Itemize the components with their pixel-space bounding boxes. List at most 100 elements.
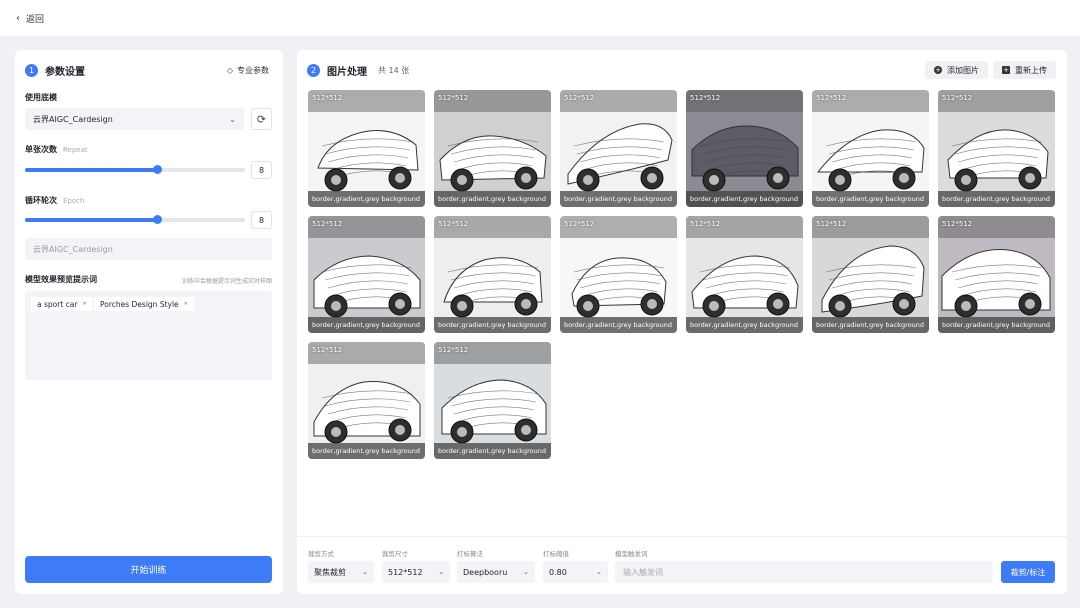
car-sketch-image: [434, 216, 551, 333]
start-training-button[interactable]: 开始训练: [25, 556, 272, 583]
crop-tag-button[interactable]: 裁剪/标注: [1001, 561, 1055, 583]
close-icon[interactable]: ✕: [82, 301, 86, 307]
car-sketch-image: [812, 216, 929, 333]
trigger-word-input[interactable]: [615, 561, 993, 583]
tag-algorithm-select[interactable]: Deepbooru ⌄: [457, 561, 535, 583]
tag-algorithm-value: Deepbooru: [463, 567, 508, 577]
image-size-label: 512*512: [690, 94, 721, 102]
image-count: 共 14 张: [378, 66, 410, 75]
pro-params-button[interactable]: ◇ 专业参数: [227, 65, 269, 76]
image-size-label: 512*512: [942, 94, 973, 102]
slider-fill: [25, 168, 157, 172]
slider-handle[interactable]: [153, 215, 162, 224]
epoch-label: 循环轮次 Epoch: [25, 195, 84, 206]
repeat-value[interactable]: 8: [251, 161, 272, 179]
refresh-button[interactable]: ⟳: [251, 108, 272, 130]
image-card[interactable]: 512*512 border,gradient,grey background: [560, 90, 677, 207]
image-card[interactable]: 512*512 border,gradient,grey background: [560, 216, 677, 333]
image-size-label: 512*512: [942, 220, 973, 228]
chevron-left-icon: ‹: [16, 13, 20, 24]
image-caption: border,gradient,grey background: [812, 317, 929, 333]
image-card[interactable]: 512*512 border,gradient,grey background: [812, 216, 929, 333]
image-card[interactable]: 512*512 border,gradient,grey background: [434, 342, 551, 459]
epoch-value[interactable]: 8: [251, 211, 272, 229]
image-card[interactable]: 512*512 border,gradient,grey background: [686, 90, 803, 207]
image-size-label: 512*512: [312, 94, 343, 102]
reupload-button[interactable]: + 重新上传: [993, 61, 1056, 79]
image-size-label: 512*512: [564, 220, 595, 228]
car-sketch-image: [560, 216, 677, 333]
image-size-label: 512*512: [438, 346, 469, 354]
crop-mode-value: 聚焦裁剪: [314, 567, 346, 577]
image-size-label: 512*512: [312, 220, 343, 228]
add-image-button[interactable]: + 添加图片: [925, 61, 988, 79]
prompt-tag-label: a sport car: [37, 299, 78, 309]
image-size-label: 512*512: [438, 220, 469, 228]
image-card[interactable]: 512*512 border,gradient,grey background: [938, 90, 1055, 207]
prompt-tag-label: Porches Design Style: [100, 299, 179, 309]
tag-threshold-select[interactable]: 0.80 ⌄: [543, 561, 608, 583]
plus-circle-icon: +: [934, 65, 942, 74]
image-caption: border,gradient,grey background: [308, 443, 425, 459]
image-header: 2 图片处理 共 14 张: [307, 63, 409, 78]
panel-title: 图片处理: [327, 67, 367, 78]
trigger-word-label: 模型触发词: [615, 550, 648, 558]
base-model-select[interactable]: 云界AIGC_Cardesign ⌄: [25, 108, 244, 130]
crop-size-label: 裁剪尺寸: [382, 550, 408, 558]
prompt-label: 模型效果预览提示词: [25, 275, 97, 284]
image-card[interactable]: 512*512 border,gradient,grey background: [938, 216, 1055, 333]
car-sketch-image: [812, 90, 929, 207]
image-card[interactable]: 512*512 border,gradient,grey background: [308, 342, 425, 459]
chevron-down-icon: ⌄: [438, 568, 444, 576]
slider-fill: [25, 218, 157, 222]
car-sketch-image: [686, 216, 803, 333]
tag-icon: ◇: [226, 66, 233, 75]
chevron-down-icon: ⌄: [362, 568, 368, 576]
top-bar: ‹ 返回: [0, 0, 1080, 36]
image-processing-panel: 2 图片处理 共 14 张 + 添加图片 + 重新上传 512*512 borde…: [297, 50, 1067, 594]
base-model-value: 云界AIGC_Cardesign: [33, 114, 113, 124]
panel-title: 参数设置: [45, 67, 85, 78]
image-size-label: 512*512: [816, 220, 847, 228]
model-label: 使用底模: [25, 93, 57, 102]
crop-size-select[interactable]: 512*512 ⌄: [382, 561, 450, 583]
image-card[interactable]: 512*512 border,gradient,grey background: [812, 90, 929, 207]
back-button[interactable]: ‹ 返回: [16, 12, 44, 25]
image-caption: border,gradient,grey background: [560, 191, 677, 207]
image-caption: border,gradient,grey background: [434, 191, 551, 207]
image-card[interactable]: 512*512 border,gradient,grey background: [434, 90, 551, 207]
image-caption: border,gradient,grey background: [560, 317, 677, 333]
car-sketch-image: [308, 90, 425, 207]
car-sketch-image: [308, 342, 425, 459]
image-card[interactable]: 512*512 border,gradient,grey background: [686, 216, 803, 333]
slider-handle[interactable]: [153, 165, 162, 174]
upload-icon: +: [1002, 65, 1010, 74]
prompt-tag[interactable]: Porches Design Style ✕: [94, 297, 194, 311]
step-number: 2: [307, 64, 320, 77]
image-caption: border,gradient,grey background: [938, 317, 1055, 333]
image-size-label: 512*512: [816, 94, 847, 102]
crop-size-value: 512*512: [388, 567, 423, 577]
image-caption: border,gradient,grey background: [686, 317, 803, 333]
epoch-label-text: 循环轮次: [25, 196, 57, 205]
prompt-box[interactable]: a sport car ✕ Porches Design Style ✕: [25, 291, 272, 380]
crop-mode-label: 裁剪方式: [308, 550, 334, 558]
parameter-panel: 1 参数设置 ◇ 专业参数 使用底模 云界AIGC_Cardesign ⌄ ⟳ …: [15, 50, 283, 594]
car-sketch-image: [686, 90, 803, 207]
image-card[interactable]: 512*512 border,gradient,grey background: [308, 216, 425, 333]
image-size-label: 512*512: [690, 220, 721, 228]
image-caption: border,gradient,grey background: [434, 443, 551, 459]
image-caption: border,gradient,grey background: [938, 191, 1055, 207]
crop-mode-select[interactable]: 聚焦裁剪 ⌄: [308, 561, 374, 583]
tag-threshold-value: 0.80: [549, 567, 567, 577]
car-sketch-image: [434, 342, 551, 459]
prompt-tag[interactable]: a sport car ✕: [31, 297, 93, 311]
epoch-slider[interactable]: [25, 215, 245, 224]
image-card[interactable]: 512*512 border,gradient,grey background: [434, 216, 551, 333]
parameter-header: 1 参数设置: [25, 63, 85, 78]
image-card[interactable]: 512*512 border,gradient,grey background: [308, 90, 425, 207]
close-icon[interactable]: ✕: [184, 301, 188, 307]
repeat-slider[interactable]: [25, 165, 245, 174]
prompt-hint: 训练中会根据提示词生成实时样图: [181, 278, 272, 285]
chevron-down-icon: ⌄: [523, 568, 529, 576]
